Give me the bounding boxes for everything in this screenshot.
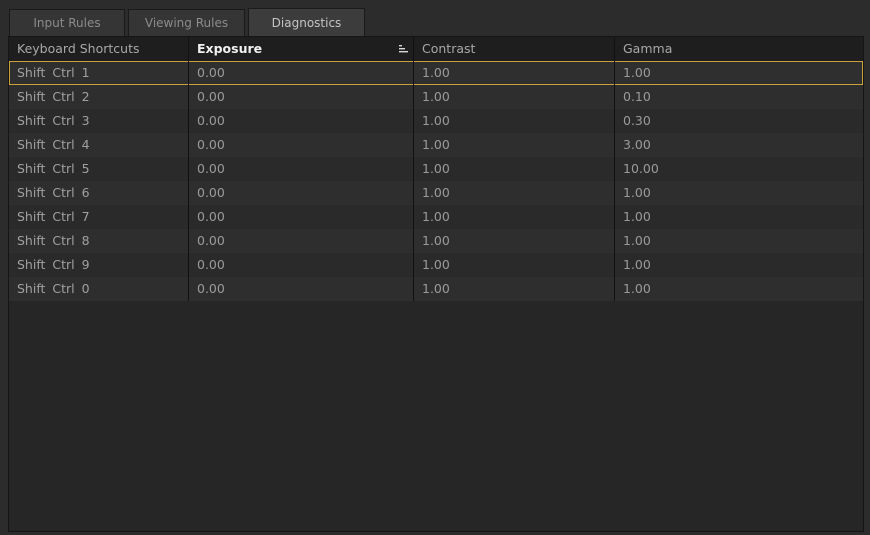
table-row[interactable]: Shift Ctrl 7 0.00 1.00 1.00 xyxy=(9,205,863,229)
exposure-cell: 0.00 xyxy=(197,113,225,128)
tab-viewing-rules[interactable]: Viewing Rules xyxy=(128,9,245,36)
gamma-cell: 1.00 xyxy=(623,281,651,296)
shortcut-cell: Shift Ctrl 7 xyxy=(17,209,90,224)
table-row[interactable]: Shift Ctrl 0 0.00 1.00 1.00 xyxy=(9,277,863,301)
table-row[interactable]: Shift Ctrl 1 0.00 1.00 1.00 xyxy=(9,61,863,85)
contrast-cell: 1.00 xyxy=(422,89,450,104)
shortcut-cell: Shift Ctrl 8 xyxy=(17,233,90,248)
gamma-cell: 1.00 xyxy=(623,257,651,272)
contrast-cell: 1.00 xyxy=(422,161,450,176)
exposure-cell: 0.00 xyxy=(197,209,225,224)
exposure-cell: 0.00 xyxy=(197,137,225,152)
shortcut-cell: Shift Ctrl 9 xyxy=(17,257,90,272)
shortcut-cell: Shift Ctrl 1 xyxy=(17,65,90,80)
sort-descending-icon xyxy=(399,45,408,53)
gamma-cell: 1.00 xyxy=(623,185,651,200)
contrast-cell: 1.00 xyxy=(422,65,450,80)
column-header-label: Exposure xyxy=(197,41,263,56)
contrast-cell: 1.00 xyxy=(422,185,450,200)
gamma-cell: 1.00 xyxy=(623,209,651,224)
diagnostics-panel: Keyboard Shortcuts Exposure Contrast Gam… xyxy=(8,36,864,532)
table-row[interactable]: Shift Ctrl 3 0.00 1.00 0.30 xyxy=(9,109,863,133)
exposure-cell: 0.00 xyxy=(197,257,225,272)
table-row[interactable]: Shift Ctrl 4 0.00 1.00 3.00 xyxy=(9,133,863,157)
gamma-cell: 10.00 xyxy=(623,161,659,176)
column-header-keyboard-shortcuts[interactable]: Keyboard Shortcuts xyxy=(9,37,189,61)
table-row[interactable]: Shift Ctrl 2 0.00 1.00 0.10 xyxy=(9,85,863,109)
exposure-cell: 0.00 xyxy=(197,281,225,296)
tab-bar: Input Rules Viewing Rules Diagnostics xyxy=(0,0,870,37)
gamma-cell: 1.00 xyxy=(623,65,651,80)
exposure-cell: 0.00 xyxy=(197,185,225,200)
table-row[interactable]: Shift Ctrl 6 0.00 1.00 1.00 xyxy=(9,181,863,205)
column-divider xyxy=(413,37,414,301)
column-header-contrast[interactable]: Contrast xyxy=(414,37,615,61)
contrast-cell: 1.00 xyxy=(422,257,450,272)
column-divider xyxy=(614,37,615,301)
shortcut-cell: Shift Ctrl 5 xyxy=(17,161,90,176)
contrast-cell: 1.00 xyxy=(422,137,450,152)
table-row[interactable]: Shift Ctrl 8 0.00 1.00 1.00 xyxy=(9,229,863,253)
exposure-cell: 0.00 xyxy=(197,65,225,80)
shortcut-cell: Shift Ctrl 6 xyxy=(17,185,90,200)
shortcut-cell: Shift Ctrl 2 xyxy=(17,89,90,104)
table-row[interactable]: Shift Ctrl 5 0.00 1.00 10.00 xyxy=(9,157,863,181)
shortcut-cell: Shift Ctrl 0 xyxy=(17,281,90,296)
gamma-cell: 3.00 xyxy=(623,137,651,152)
column-header-gamma[interactable]: Gamma xyxy=(615,37,863,61)
shortcut-cell: Shift Ctrl 3 xyxy=(17,113,90,128)
table-header: Keyboard Shortcuts Exposure Contrast Gam… xyxy=(9,37,863,61)
contrast-cell: 1.00 xyxy=(422,209,450,224)
gamma-cell: 1.00 xyxy=(623,233,651,248)
shortcut-cell: Shift Ctrl 4 xyxy=(17,137,90,152)
contrast-cell: 1.00 xyxy=(422,281,450,296)
contrast-cell: 1.00 xyxy=(422,113,450,128)
gamma-cell: 0.10 xyxy=(623,89,651,104)
column-header-exposure[interactable]: Exposure xyxy=(189,37,414,61)
tab-diagnostics[interactable]: Diagnostics xyxy=(248,8,365,37)
tab-input-rules[interactable]: Input Rules xyxy=(9,9,125,36)
gamma-cell: 0.30 xyxy=(623,113,651,128)
exposure-cell: 0.00 xyxy=(197,89,225,104)
exposure-cell: 0.00 xyxy=(197,161,225,176)
table-row[interactable]: Shift Ctrl 9 0.00 1.00 1.00 xyxy=(9,253,863,277)
column-divider xyxy=(188,37,189,301)
contrast-cell: 1.00 xyxy=(422,233,450,248)
exposure-cell: 0.00 xyxy=(197,233,225,248)
